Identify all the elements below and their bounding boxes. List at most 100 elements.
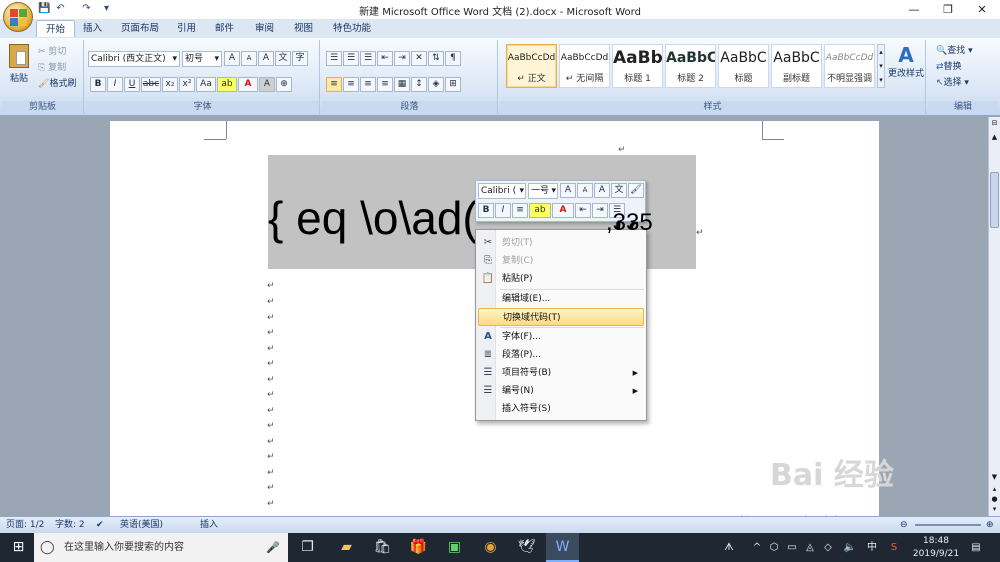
menu-item-paragraph[interactable]: ≣ 段落(P)... (478, 346, 644, 364)
mini-bold-icon[interactable]: B (478, 203, 494, 218)
grow-font-icon[interactable]: A (224, 51, 240, 66)
tab-insert[interactable]: 插入 (74, 20, 111, 37)
mini-format-painter-icon[interactable]: 🖌 (628, 183, 644, 198)
tab-features[interactable]: 特色功能 (324, 20, 380, 37)
zoom-slider[interactable] (915, 524, 981, 526)
iqiyi-icon[interactable]: ▣ (438, 533, 471, 562)
chrome-icon[interactable]: ◉ (474, 533, 507, 562)
menu-item-toggle-field-codes[interactable]: 切换域代码(T) (478, 308, 644, 326)
mini-decrease-indent-icon[interactable]: ⇤ (575, 203, 591, 218)
format-painter-button[interactable]: 🖌格式刷 (38, 76, 76, 92)
tab-view[interactable]: 视图 (285, 20, 322, 37)
office-button[interactable] (3, 2, 33, 32)
style-no-spacing[interactable]: AaBbCcDd ↵ 无间隔 (559, 44, 610, 88)
italic-icon[interactable]: I (107, 77, 123, 92)
borders-icon[interactable]: ⊞ (445, 77, 461, 92)
clock[interactable]: 18:48 2019/9/21 (908, 533, 964, 562)
phonetic-icon[interactable]: 文 (275, 51, 291, 66)
decrease-indent-icon[interactable]: ⇤ (377, 51, 393, 66)
mini-phonetic-icon[interactable]: 文 (611, 183, 627, 198)
ruler-toggle-icon[interactable]: ⊟ (990, 119, 999, 129)
increase-indent-icon[interactable]: ⇥ (394, 51, 410, 66)
bold-icon[interactable]: B (90, 77, 106, 92)
mini-font-color-icon[interactable]: A (552, 203, 574, 218)
shrink-font-icon[interactable]: A (241, 51, 257, 66)
show-marks-icon[interactable]: ¶ (445, 51, 461, 66)
menu-item-edit-field[interactable]: 编辑域(E)... (478, 290, 644, 308)
style-subtitle[interactable]: AaBbC 副标题 (771, 44, 822, 88)
paste-button[interactable]: 粘贴 (6, 44, 32, 88)
zoom-in-icon[interactable]: ⊕ (986, 517, 994, 533)
numbering-icon[interactable]: ☰ (343, 51, 359, 66)
menu-item-font[interactable]: A 字体(F)... (478, 328, 644, 346)
people-icon[interactable]: ᗑ (720, 533, 738, 562)
style-normal[interactable]: AaBbCcDd ↵ 正文 (506, 44, 557, 88)
change-case-icon[interactable]: Aa (196, 77, 216, 92)
proofing-icon[interactable]: ✔ (96, 517, 104, 533)
network-icon[interactable]: ▭ (784, 533, 800, 562)
mini-highlight-icon[interactable]: ab (529, 203, 551, 218)
status-mode[interactable]: 插入 (200, 517, 218, 533)
scroll-down-icon[interactable]: ▼ (990, 473, 999, 483)
menu-item-copy[interactable]: ⎘ 复制(C) (478, 252, 644, 270)
style-title[interactable]: AaBbC 标题 (718, 44, 769, 88)
word-taskbar-icon[interactable]: W (546, 533, 579, 562)
close-button[interactable]: ✕ (965, 0, 999, 19)
mini-italic-icon[interactable]: I (495, 203, 511, 218)
tab-mailings[interactable]: 邮件 (206, 20, 243, 37)
align-center-icon[interactable]: ≡ (343, 77, 359, 92)
replace-button[interactable]: ⇄替换 (936, 59, 962, 75)
strikethrough-icon[interactable]: abc (141, 77, 161, 92)
styles-scroll[interactable]: ▴ ▾ ▾ (877, 44, 885, 88)
mini-font-select[interactable]: Calibri (▾ (478, 183, 526, 199)
tab-references[interactable]: 引用 (168, 20, 205, 37)
change-styles-button[interactable]: A 更改样式 (888, 44, 924, 90)
notification-icon[interactable]: ▤ (966, 533, 986, 562)
minimize-button[interactable]: — (897, 0, 931, 19)
vertical-scrollbar[interactable]: ⊟ ▲ ▼ ▴ ● ▾ (988, 117, 1000, 516)
select-button[interactable]: ↖选择 ▾ (936, 75, 969, 91)
microphone-icon[interactable]: 🎤 (266, 533, 280, 562)
volume-icon[interactable]: 🔈 (842, 533, 858, 562)
char-border-icon[interactable]: ⊕ (276, 77, 292, 92)
tab-review[interactable]: 审阅 (246, 20, 283, 37)
menu-item-numbering[interactable]: ☰ 编号(N) ▶ (478, 382, 644, 400)
tab-page-layout[interactable]: 页面布局 (112, 20, 168, 37)
style-heading-1[interactable]: AaBb 标题 1 (612, 44, 663, 88)
mini-shrink-font-icon[interactable]: A (577, 183, 593, 198)
char-shading-icon[interactable]: A (259, 77, 275, 92)
underline-icon[interactable]: U (124, 77, 140, 92)
multilevel-list-icon[interactable]: ☰ (360, 51, 376, 66)
copy-button[interactable]: ⎘ 复制 (38, 60, 66, 76)
distribute-icon[interactable]: ▦ (394, 77, 410, 92)
font-family-select[interactable]: Calibri (西文正文) ▾ (88, 51, 180, 67)
ime-indicator[interactable]: 中 (864, 533, 880, 562)
menu-item-bullets[interactable]: ☰ 项目符号(B) ▶ (478, 364, 644, 382)
next-page-icon[interactable]: ▾ (990, 505, 999, 515)
taskbar-search[interactable]: ◯ 在这里输入你要搜索的内容 🎤 (34, 533, 288, 562)
browse-object-icon[interactable]: ● (990, 495, 999, 505)
dropbox-icon[interactable]: ◇ (820, 533, 836, 562)
mini-size-select[interactable]: 一号 ▾ (528, 183, 558, 199)
menu-item-insert-symbol[interactable]: 插入符号(S) (478, 400, 644, 418)
store-icon[interactable]: 🛍 (366, 533, 399, 562)
wifi-icon[interactable]: ◬ (802, 533, 818, 562)
font-color-icon[interactable]: A (238, 77, 258, 92)
chinese-layout-icon[interactable]: ✕ (411, 51, 427, 66)
sort-icon[interactable]: ⇅ (428, 51, 444, 66)
style-heading-2[interactable]: AaBbC 标题 2 (665, 44, 716, 88)
scroll-up-icon[interactable]: ▲ (990, 133, 999, 143)
file-explorer-icon[interactable]: ▰ (330, 533, 363, 562)
status-page[interactable]: 页面: 1/2 (6, 517, 44, 533)
task-view-icon[interactable]: ❐ (291, 533, 324, 562)
bullets-icon[interactable]: ☰ (326, 51, 342, 66)
tray-app-icon[interactable]: ⬡ (766, 533, 782, 562)
mini-center-icon[interactable]: ≡ (512, 203, 528, 218)
mini-style-icon[interactable]: A (594, 183, 610, 198)
gift-app-icon[interactable]: 🎁 (402, 533, 435, 562)
enclose-char-icon[interactable]: 字 (292, 51, 308, 66)
justify-icon[interactable]: ≡ (377, 77, 393, 92)
windows-start-icon[interactable]: ⊞ (2, 533, 35, 562)
restore-button[interactable]: ❐ (931, 0, 965, 19)
line-spacing-icon[interactable]: ↕ (411, 77, 427, 92)
